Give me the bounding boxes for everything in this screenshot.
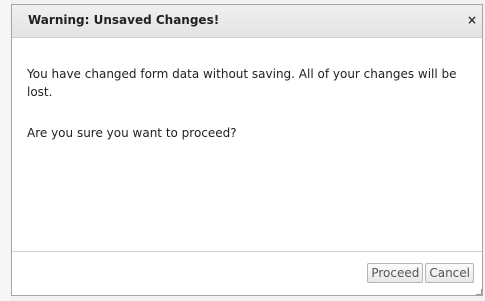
resize-grip-icon[interactable] [476,289,482,295]
proceed-button[interactable]: Proceed [367,263,424,283]
background-edge [0,0,10,301]
dialog-titlebar[interactable]: Warning: Unsaved Changes! × [12,5,482,38]
dialog-button-bar: Proceed Cancel [367,263,474,283]
close-icon[interactable]: × [466,14,478,26]
cancel-button[interactable]: Cancel [425,263,474,283]
dialog-content: You have changed form data without savin… [27,65,467,165]
page: Warning: Unsaved Changes! × You have cha… [0,0,485,301]
confirm-question: Are you sure you want to proceed? [27,126,237,140]
unsaved-changes-dialog: Warning: Unsaved Changes! × You have cha… [11,4,483,296]
footer-divider [12,251,482,252]
warning-message: You have changed form data without savin… [27,67,457,99]
dialog-title: Warning: Unsaved Changes! [28,13,220,27]
